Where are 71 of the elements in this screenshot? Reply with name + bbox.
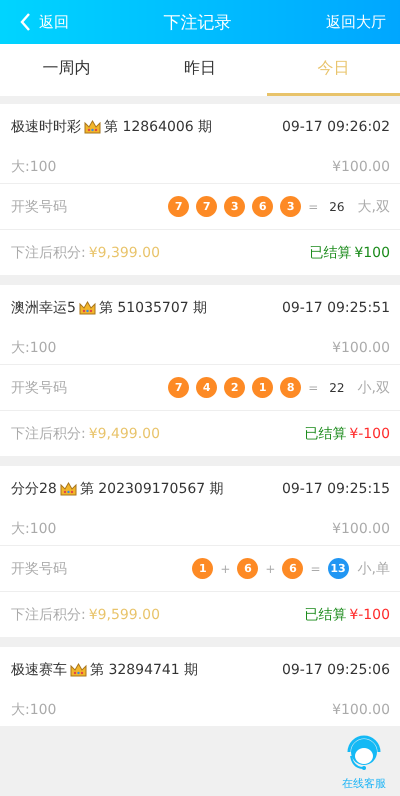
date-tab[interactable]: 今日 xyxy=(266,44,400,96)
balance-label: 下注后积分: xyxy=(11,424,86,442)
bet-time: 09-17 09:25:15 xyxy=(282,481,390,497)
number-ball: 2 xyxy=(224,377,246,398)
sum-value: 26 xyxy=(329,200,345,214)
game-name: 澳洲幸运5 xyxy=(11,299,76,317)
operator: + xyxy=(265,562,276,576)
bet-time: 09-17 09:25:06 xyxy=(282,662,390,678)
operator: + xyxy=(220,562,230,576)
number-ball: 13 xyxy=(328,558,349,579)
number-ball: 7 xyxy=(196,196,218,217)
number-ball: 7 xyxy=(168,377,190,398)
balance-value: ¥9,399.00 xyxy=(88,244,160,260)
bet-amount: ¥100.00 xyxy=(332,340,390,356)
page-title: 下注记录 xyxy=(164,12,232,34)
bet-time: 09-17 09:25:51 xyxy=(282,300,390,316)
back-button[interactable]: 返回 xyxy=(20,12,69,32)
bet-option: 大:100 xyxy=(11,158,56,176)
bet-amount: ¥100.00 xyxy=(332,158,390,174)
draw-result: 小,双 xyxy=(358,378,390,396)
period-number: 第 51035707 期 xyxy=(98,299,208,317)
number-ball: 8 xyxy=(280,377,302,398)
back-icon xyxy=(20,12,31,32)
draw-label: 开奖号码 xyxy=(11,198,67,216)
bet-option: 大:100 xyxy=(11,338,56,356)
payout-amount: ¥100 xyxy=(354,244,390,260)
number-ball: 3 xyxy=(224,196,246,217)
balance-value: ¥9,599.00 xyxy=(88,606,160,622)
draw-label: 开奖号码 xyxy=(11,560,67,578)
game-name: 极速时时彩 xyxy=(11,118,81,136)
support-button[interactable]: 在线客服 xyxy=(334,734,394,791)
bet-option: 大:100 xyxy=(11,700,56,718)
draw-label: 开奖号码 xyxy=(11,378,67,396)
bet-option: 大:100 xyxy=(11,520,56,538)
number-ball: 1 xyxy=(252,377,274,398)
date-tab[interactable]: 昨日 xyxy=(133,44,267,96)
date-tab[interactable]: 一周内 xyxy=(0,44,134,96)
draw-result: 小,单 xyxy=(358,560,390,578)
payout-amount: ¥-100 xyxy=(349,606,390,622)
period-number: 第 12864006 期 xyxy=(104,118,212,136)
operator: = xyxy=(308,380,318,394)
crown-icon xyxy=(70,663,87,677)
period-number: 第 32894741 期 xyxy=(90,661,198,679)
operator: = xyxy=(308,200,318,214)
number-ball: 7 xyxy=(168,196,190,217)
balance-label: 下注后积分: xyxy=(11,606,86,624)
bet-time: 09-17 09:26:02 xyxy=(282,119,390,135)
period-number: 第 202309170567 期 xyxy=(80,480,224,498)
lobby-button[interactable]: 返回大厅 xyxy=(326,12,386,32)
number-ball: 1 xyxy=(192,558,214,579)
game-name: 分分28 xyxy=(11,480,57,498)
settled-status: 已结算 xyxy=(304,606,346,624)
number-ball: 4 xyxy=(196,377,218,398)
payout-amount: ¥-100 xyxy=(349,426,390,442)
game-name: 极速赛车 xyxy=(11,661,67,679)
draw-result: 大,双 xyxy=(358,198,390,216)
number-ball: 6 xyxy=(252,196,274,217)
number-ball: 3 xyxy=(280,196,302,217)
crown-icon xyxy=(78,301,96,315)
operator: = xyxy=(310,562,321,576)
bet-amount: ¥100.00 xyxy=(332,702,390,718)
settled-status: 已结算 xyxy=(304,424,346,442)
number-ball: 6 xyxy=(237,558,258,579)
sum-value: 22 xyxy=(329,380,345,394)
crown-icon xyxy=(60,482,77,496)
crown-icon xyxy=(84,120,101,134)
bet-amount: ¥100.00 xyxy=(332,520,390,536)
balance-label: 下注后积分: xyxy=(11,244,86,262)
balance-value: ¥9,499.00 xyxy=(88,426,160,442)
settled-status: 已结算 xyxy=(309,244,352,262)
number-ball: 6 xyxy=(282,558,304,579)
